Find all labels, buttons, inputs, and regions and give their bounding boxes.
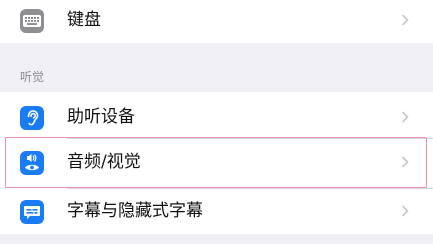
ear-icon — [20, 106, 44, 130]
audio-visual-icon — [20, 151, 44, 175]
chevron-right-icon — [401, 111, 409, 123]
chevron-right-icon — [401, 205, 409, 217]
subtitles-captioning-row[interactable]: 字幕与隐藏式字幕 — [0, 188, 433, 234]
chevron-right-icon — [401, 14, 409, 26]
keyboard-label: 键盘 — [67, 10, 101, 30]
chevron-right-icon — [401, 156, 409, 168]
general-group: 键盘 — [0, 0, 433, 43]
hearing-group: 助听设备 音频/视觉 字幕与隐藏式字幕 — [0, 92, 433, 234]
keyboard-row[interactable]: 键盘 — [0, 0, 433, 43]
keyboard-icon — [20, 9, 44, 33]
hearing-devices-label: 助听设备 — [67, 107, 135, 127]
section-header-hearing: 听觉 — [20, 70, 45, 84]
audio-visual-label: 音频/视觉 — [67, 152, 141, 172]
audio-visual-row[interactable]: 音频/视觉 — [0, 139, 433, 185]
subtitles-icon — [20, 200, 44, 224]
subtitles-captioning-label: 字幕与隐藏式字幕 — [67, 201, 203, 221]
hearing-devices-row[interactable]: 助听设备 — [0, 94, 433, 140]
